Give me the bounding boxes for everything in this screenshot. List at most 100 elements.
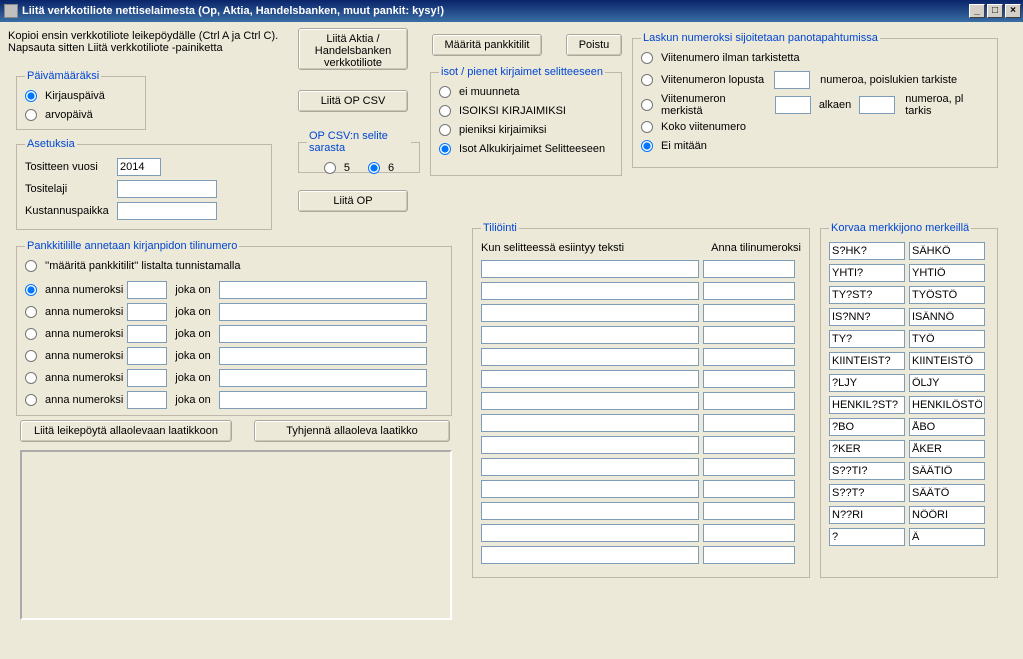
tiliointi-teksti-input[interactable] <box>481 436 699 454</box>
tiliointi-teksti-input[interactable] <box>481 414 699 432</box>
tiliointi-teksti-input[interactable] <box>481 304 699 322</box>
korvaa-from-input[interactable] <box>829 418 905 436</box>
korvaa-to-input[interactable] <box>909 352 985 370</box>
pieniksi-radio[interactable]: pieniksi kirjaimiksi <box>439 124 546 136</box>
tiliointi-tilinumero-input[interactable] <box>703 282 795 300</box>
opcsv-6-radio[interactable]: 6 <box>368 162 394 174</box>
kustannuspaikka-input[interactable] <box>117 202 217 220</box>
liita-op-button[interactable]: Liitä OP <box>298 190 408 212</box>
anna-num-input[interactable] <box>127 303 167 321</box>
korvaa-to-input[interactable] <box>909 308 985 326</box>
eimuunneta-radio[interactable]: ei muunneta <box>439 86 520 98</box>
tiliointi-teksti-input[interactable] <box>481 480 699 498</box>
close-button[interactable]: × <box>1005 4 1021 18</box>
liita-aktia-button[interactable]: Liitä Aktia / Handelsbanken verkkotiliot… <box>298 28 408 70</box>
anna-numeroksi-radio[interactable]: anna numeroksi <box>25 328 123 340</box>
viite-lopusta-radio[interactable]: Viitenumeron lopusta <box>641 74 764 86</box>
maximize-button[interactable]: □ <box>987 4 1003 18</box>
korvaa-to-input[interactable] <box>909 242 985 260</box>
tiliointi-tilinumero-input[interactable] <box>703 502 795 520</box>
maarita-pankkitilit-button[interactable]: Määritä pankkitilit <box>432 34 542 56</box>
viite-koko-radio[interactable]: Koko viitenumero <box>641 121 746 133</box>
anna-joka-input[interactable] <box>219 391 427 409</box>
ei-mitaan-radio[interactable]: Ei mitään <box>641 140 707 152</box>
tiliointi-tilinumero-input[interactable] <box>703 348 795 366</box>
arvopaiva-radio[interactable]: arvopäivä <box>25 109 93 121</box>
listalta-radio[interactable]: ''määritä pankkitilit'' listalta tunnist… <box>25 260 240 272</box>
anna-numeroksi-radio[interactable]: anna numeroksi <box>25 350 123 362</box>
tiliointi-tilinumero-input[interactable] <box>703 392 795 410</box>
minimize-button[interactable]: _ <box>969 4 985 18</box>
korvaa-from-input[interactable] <box>829 396 905 414</box>
korvaa-to-input[interactable] <box>909 374 985 392</box>
korvaa-to-input[interactable] <box>909 484 985 502</box>
anna-numeroksi-radio[interactable]: anna numeroksi <box>25 372 123 384</box>
anna-numeroksi-radio[interactable]: anna numeroksi <box>25 284 123 296</box>
tiliointi-teksti-input[interactable] <box>481 524 699 542</box>
anna-joka-input[interactable] <box>219 325 427 343</box>
tiliointi-tilinumero-input[interactable] <box>703 458 795 476</box>
korvaa-from-input[interactable] <box>829 308 905 326</box>
korvaa-to-input[interactable] <box>909 462 985 480</box>
tiliointi-tilinumero-input[interactable] <box>703 304 795 322</box>
tyhjenna-button[interactable]: Tyhjennä allaoleva laatikko <box>254 420 450 442</box>
korvaa-to-input[interactable] <box>909 528 985 546</box>
korvaa-to-input[interactable] <box>909 418 985 436</box>
korvaa-from-input[interactable] <box>829 374 905 392</box>
korvaa-from-input[interactable] <box>829 330 905 348</box>
alkukirjaimet-radio[interactable]: Isot Alkukirjaimet Selitteeseen <box>439 143 605 155</box>
anna-num-input[interactable] <box>127 347 167 365</box>
tositelaji-input[interactable] <box>117 180 217 198</box>
korvaa-to-input[interactable] <box>909 506 985 524</box>
viite-merkista-input2[interactable] <box>859 96 895 114</box>
anna-num-input[interactable] <box>127 391 167 409</box>
anna-num-input[interactable] <box>127 281 167 299</box>
korvaa-from-input[interactable] <box>829 286 905 304</box>
anna-num-input[interactable] <box>127 325 167 343</box>
tiliointi-tilinumero-input[interactable] <box>703 370 795 388</box>
liita-op-csv-button[interactable]: Liitä OP CSV <box>298 90 408 112</box>
opcsv-5-radio[interactable]: 5 <box>324 162 350 174</box>
tiliointi-tilinumero-input[interactable] <box>703 546 795 564</box>
anna-joka-input[interactable] <box>219 281 427 299</box>
tiliointi-teksti-input[interactable] <box>481 458 699 476</box>
korvaa-to-input[interactable] <box>909 286 985 304</box>
anna-numeroksi-radio[interactable]: anna numeroksi <box>25 306 123 318</box>
viite-ilman-radio[interactable]: Viitenumero ilman tarkistetta <box>641 52 800 64</box>
poistu-button[interactable]: Poistu <box>566 34 622 56</box>
tiliointi-teksti-input[interactable] <box>481 370 699 388</box>
tiliointi-teksti-input[interactable] <box>481 392 699 410</box>
viite-merkista-input1[interactable] <box>775 96 811 114</box>
tiliointi-teksti-input[interactable] <box>481 546 699 564</box>
anna-joka-input[interactable] <box>219 369 427 387</box>
korvaa-to-input[interactable] <box>909 264 985 282</box>
korvaa-to-input[interactable] <box>909 396 985 414</box>
tiliointi-tilinumero-input[interactable] <box>703 414 795 432</box>
tiliointi-teksti-input[interactable] <box>481 260 699 278</box>
anna-num-input[interactable] <box>127 369 167 387</box>
korvaa-from-input[interactable] <box>829 440 905 458</box>
tiliointi-tilinumero-input[interactable] <box>703 260 795 278</box>
korvaa-from-input[interactable] <box>829 484 905 502</box>
korvaa-from-input[interactable] <box>829 462 905 480</box>
korvaa-from-input[interactable] <box>829 528 905 546</box>
anna-joka-input[interactable] <box>219 347 427 365</box>
korvaa-from-input[interactable] <box>829 242 905 260</box>
korvaa-from-input[interactable] <box>829 352 905 370</box>
tiliointi-tilinumero-input[interactable] <box>703 524 795 542</box>
korvaa-to-input[interactable] <box>909 330 985 348</box>
viite-lopusta-input[interactable] <box>774 71 810 89</box>
tiliointi-teksti-input[interactable] <box>481 502 699 520</box>
anna-numeroksi-radio[interactable]: anna numeroksi <box>25 394 123 406</box>
liita-leike-button[interactable]: Liitä leikepöytä allaolevaan laatikkoon <box>20 420 232 442</box>
tiliointi-teksti-input[interactable] <box>481 348 699 366</box>
tiliointi-tilinumero-input[interactable] <box>703 326 795 344</box>
tiliointi-teksti-input[interactable] <box>481 326 699 344</box>
korvaa-from-input[interactable] <box>829 506 905 524</box>
korvaa-to-input[interactable] <box>909 440 985 458</box>
tositteen-vuosi-input[interactable] <box>117 158 161 176</box>
isoiksi-radio[interactable]: ISOIKSI KIRJAIMIKSI <box>439 105 566 117</box>
anna-joka-input[interactable] <box>219 303 427 321</box>
viite-merkista-radio[interactable]: Viitenumeron merkistä <box>641 93 765 117</box>
korvaa-from-input[interactable] <box>829 264 905 282</box>
